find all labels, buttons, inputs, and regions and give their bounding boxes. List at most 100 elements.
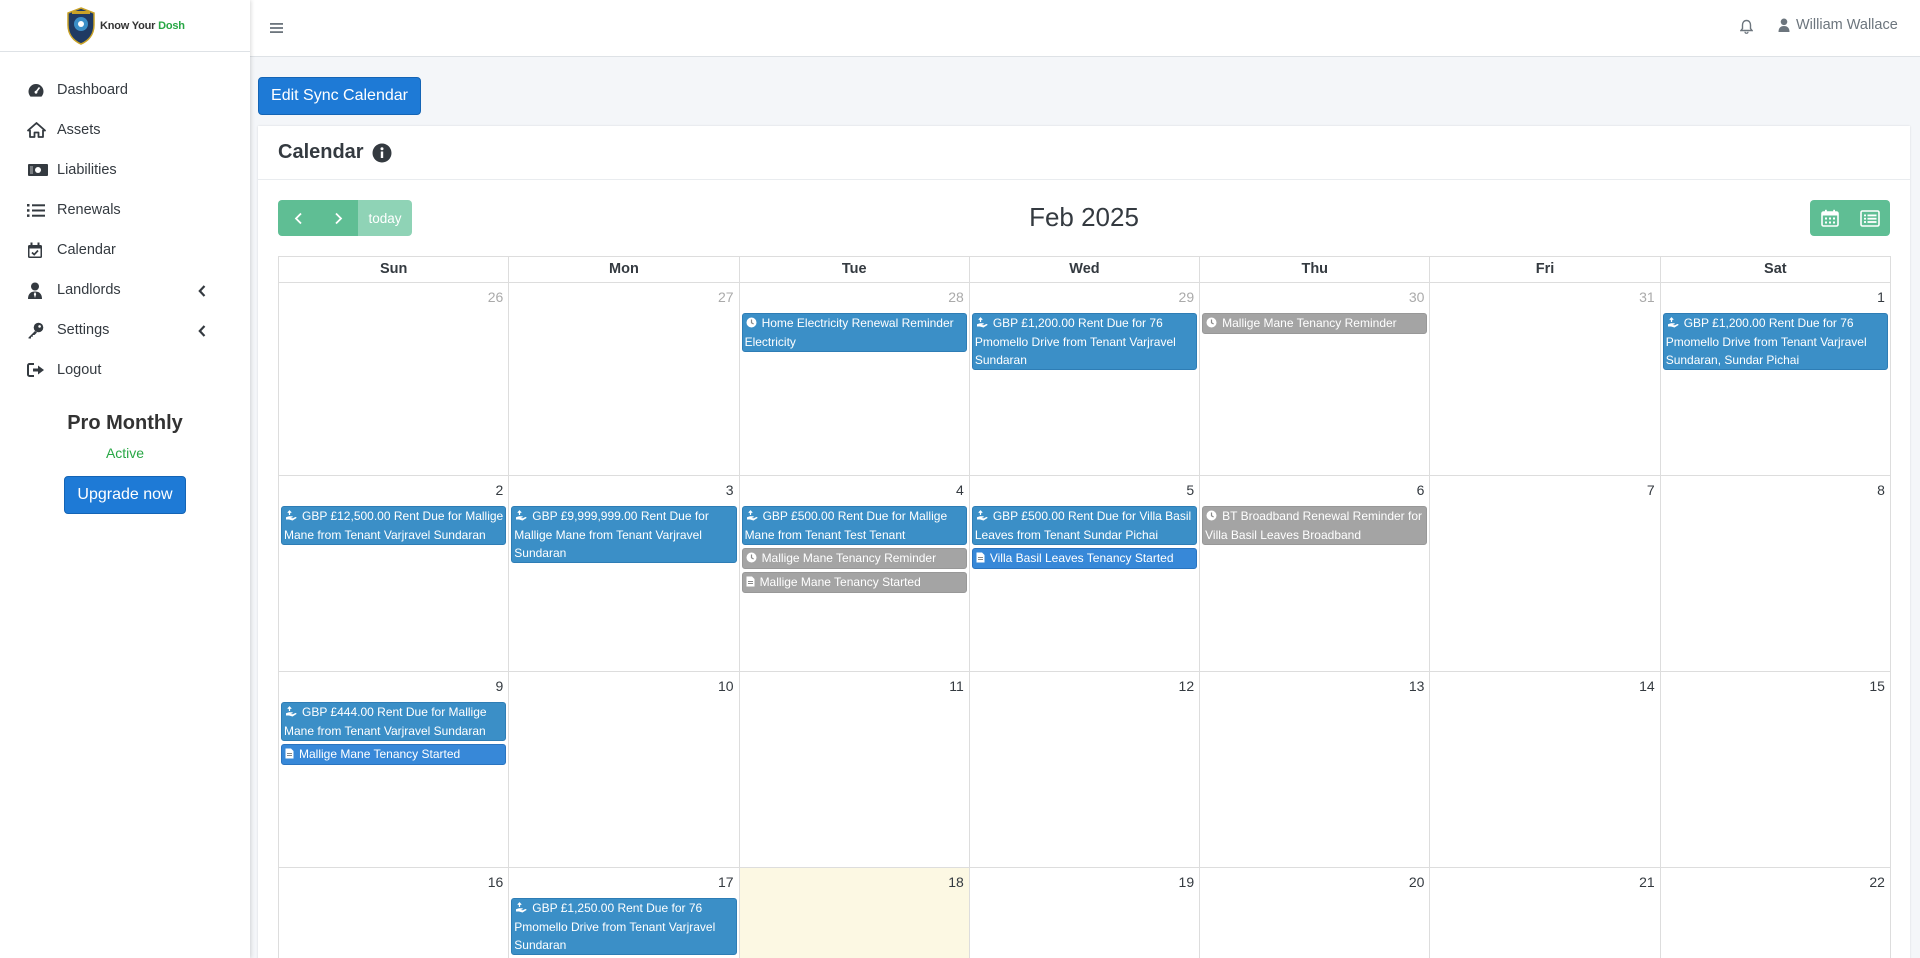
day-number[interactable]: 16 (488, 874, 504, 890)
calendar-event[interactable]: Home Electricity Renewal Reminder Electr… (741, 313, 967, 352)
day-number[interactable]: 13 (1409, 678, 1425, 694)
sidebar-item-settings[interactable]: Settings (0, 310, 250, 350)
day-number[interactable]: 30 (1409, 289, 1425, 305)
calendar-day[interactable]: 31 (1430, 283, 1661, 475)
calendar-event[interactable]: Mallige Mane Tenancy Reminder (1202, 313, 1428, 334)
day-number[interactable]: 4 (956, 482, 964, 498)
calendar-event[interactable]: Mallige Mane Tenancy Started (741, 572, 967, 593)
calendar-day[interactable]: 19 (970, 868, 1201, 958)
calendar-day[interactable]: 4 GBP £500.00 Rent Due for Mallige Mane f… (740, 476, 970, 671)
calendar-day[interactable]: 27 (509, 283, 740, 475)
calendar-day-today[interactable]: 18 (739, 868, 970, 958)
day-number[interactable]: 22 (1869, 874, 1885, 890)
calendar-day[interactable]: 22 (1661, 868, 1891, 958)
calendar-event[interactable]: BT Broadband Renewal Reminder for Villa … (1202, 506, 1428, 545)
calendar-day[interactable]: 5 GBP £500.00 Rent Due for Villa Basil Le… (970, 476, 1201, 671)
day-number[interactable]: 3 (726, 482, 734, 498)
day-number[interactable]: 12 (1179, 678, 1195, 694)
day-number[interactable]: 21 (1639, 874, 1655, 890)
day-number[interactable]: 14 (1639, 678, 1655, 694)
calendar-day[interactable]: 9 GBP £444.00 Rent Due for Mallige Mane f… (279, 672, 510, 867)
calendar-day[interactable]: 13 (1200, 672, 1431, 867)
day-number[interactable]: 10 (718, 678, 734, 694)
calendar-day[interactable]: 30 Mallige Mane Tenancy Reminder (1200, 283, 1431, 475)
day-of-week-sun: Sun (279, 257, 510, 282)
day-number[interactable]: 15 (1869, 678, 1885, 694)
day-number[interactable]: 27 (718, 289, 734, 305)
day-number[interactable]: 9 (495, 678, 503, 694)
brand[interactable]: Know Your Dosh (0, 0, 250, 52)
day-number[interactable]: 26 (488, 289, 504, 305)
day-number[interactable]: 20 (1409, 874, 1425, 890)
event-title: GBP £500.00 Rent Due for Villa Basil Lea… (974, 509, 1192, 542)
card-header: Calendar (258, 126, 1910, 180)
calendar-check-icon (27, 242, 57, 259)
calendar-day[interactable]: 11 (740, 672, 970, 867)
edit-sync-calendar-button[interactable]: Edit Sync Calendar (258, 77, 421, 115)
calendar-day[interactable]: 26 (279, 283, 510, 475)
calendar-event[interactable]: Mallige Mane Tenancy Started (281, 744, 507, 765)
day-number[interactable]: 1 (1877, 289, 1885, 305)
calendar-event[interactable]: GBP £1,200.00 Rent Due for 76 Pmomello D… (1662, 313, 1888, 370)
day-number[interactable]: 7 (1647, 482, 1655, 498)
calendar-day[interactable]: 17 GBP £1,250.00 Rent Due for 76 Pmomello… (509, 868, 740, 958)
upgrade-now-button[interactable]: Upgrade now (64, 476, 186, 514)
calendar-day[interactable]: 16 (279, 868, 510, 958)
calendar-event[interactable]: GBP £9,999,999.00 Rent Due for Mallige M… (511, 506, 737, 563)
calendar-day[interactable]: 28 Home Electricity Renewal Reminder Elec… (740, 283, 970, 475)
user-menu[interactable]: William Wallace (1778, 17, 1898, 33)
calendar-event[interactable]: Villa Basil Leaves Tenancy Started (971, 548, 1198, 569)
nav-button-group: today (278, 200, 412, 236)
calendar-day[interactable]: 20 (1200, 868, 1431, 958)
bell-icon[interactable] (1739, 19, 1754, 39)
day-number[interactable]: 11 (949, 678, 964, 694)
day-number[interactable]: 18 (948, 874, 964, 890)
calendar-day[interactable]: 12 (970, 672, 1201, 867)
day-of-week-header: Sun Mon Tue Wed Thu Fri Sat (279, 256, 1891, 283)
today-button[interactable]: today (358, 200, 412, 236)
day-number[interactable]: 19 (1179, 874, 1195, 890)
day-number[interactable]: 8 (1877, 482, 1885, 498)
month-view-button[interactable] (1810, 200, 1850, 236)
next-month-button[interactable] (318, 200, 358, 236)
home-icon (27, 122, 57, 138)
sidebar-item-liabilities[interactable]: Liabilities (0, 150, 250, 190)
sidebar-item-logout[interactable]: Logout (0, 350, 250, 390)
sidebar-item-landlords[interactable]: Landlords (0, 270, 250, 310)
calendar-day[interactable]: 15 (1661, 672, 1891, 867)
calendar-day[interactable]: 2 GBP £12,500.00 Rent Due for Mallige Man… (279, 476, 510, 671)
day-number[interactable]: 29 (1179, 289, 1195, 305)
calendar-day[interactable]: 7 (1430, 476, 1661, 671)
calendar-day[interactable]: 1 GBP £1,200.00 Rent Due for 76 Pmomello … (1661, 283, 1891, 475)
day-number[interactable]: 6 (1417, 482, 1425, 498)
sidebar-nav: Dashboard Assets Liabilities Renewals Ca… (0, 70, 250, 390)
calendar-event[interactable]: GBP £500.00 Rent Due for Mallige Mane fr… (741, 506, 967, 545)
sidebar-item-dashboard[interactable]: Dashboard (0, 70, 250, 110)
day-number[interactable]: 31 (1639, 289, 1655, 305)
day-number[interactable]: 28 (948, 289, 964, 305)
calendar-day[interactable]: 6 BT Broadband Renewal Reminder for Villa… (1200, 476, 1431, 671)
calendar-day[interactable]: 21 (1430, 868, 1661, 958)
calendar-event[interactable]: GBP £500.00 Rent Due for Villa Basil Lea… (971, 506, 1198, 545)
sidebar-item-assets[interactable]: Assets (0, 110, 250, 150)
calendar-day[interactable]: 8 (1661, 476, 1891, 671)
calendar-event[interactable]: GBP £444.00 Rent Due for Mallige Mane fr… (281, 702, 507, 741)
info-circle-icon[interactable] (372, 143, 392, 163)
calendar-day[interactable]: 3 GBP £9,999,999.00 Rent Due for Mallige … (509, 476, 740, 671)
sidebar-item-renewals[interactable]: Renewals (0, 190, 250, 230)
list-view-button[interactable] (1850, 200, 1890, 236)
calendar-event[interactable]: GBP £12,500.00 Rent Due for Mallige Mane… (281, 506, 507, 545)
prev-month-button[interactable] (278, 200, 318, 236)
day-number[interactable]: 17 (718, 874, 734, 890)
sidebar-item-calendar[interactable]: Calendar (0, 230, 250, 270)
calendar-event[interactable]: GBP £1,200.00 Rent Due for 76 Pmomello D… (971, 313, 1198, 370)
calendar-event[interactable]: Mallige Mane Tenancy Reminder (741, 548, 967, 569)
calendar-day[interactable]: 29 GBP £1,200.00 Rent Due for 76 Pmomello… (970, 283, 1201, 475)
hamburger-menu-icon[interactable] (270, 21, 283, 39)
day-number[interactable]: 5 (1186, 482, 1194, 498)
calendar-event[interactable]: GBP £1,250.00 Rent Due for 76 Pmomello D… (511, 898, 737, 955)
calendar-day[interactable]: 10 (509, 672, 740, 867)
day-number[interactable]: 2 (495, 482, 503, 498)
calendar-day[interactable]: 14 (1430, 672, 1661, 867)
file-icon (746, 574, 755, 592)
